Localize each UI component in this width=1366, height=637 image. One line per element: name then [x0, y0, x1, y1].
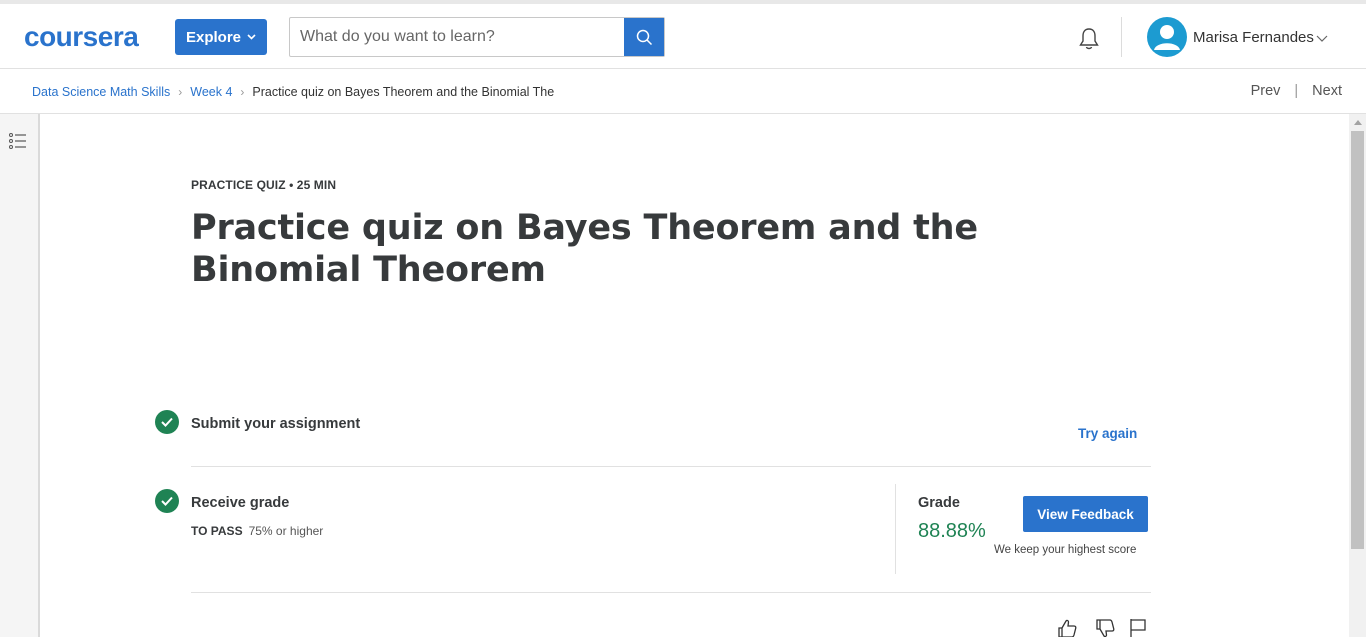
- step-divider: [191, 466, 1151, 467]
- grade-divider: [895, 484, 896, 574]
- list-icon[interactable]: [8, 132, 28, 150]
- grade-value: 88.88%: [918, 520, 986, 542]
- highest-score-note: We keep your highest score: [994, 544, 1137, 556]
- search-icon: [636, 29, 652, 45]
- user-name[interactable]: Marisa Fernandes: [1193, 29, 1314, 46]
- search-input[interactable]: [290, 18, 624, 56]
- next-link[interactable]: Next: [1312, 83, 1342, 99]
- explore-button[interactable]: Explore: [175, 19, 267, 55]
- submit-step-title: Submit your assignment: [191, 416, 361, 432]
- search-button[interactable]: [624, 18, 664, 56]
- top-header: coursera Explore Marisa Fernandes: [0, 0, 1366, 69]
- to-pass-label: TO PASS: [191, 524, 243, 538]
- bell-icon[interactable]: [1076, 26, 1102, 52]
- thumbs-up-icon[interactable]: [1056, 618, 1078, 637]
- thumbs-down-icon[interactable]: [1094, 618, 1116, 637]
- chevron-right-icon: ›: [178, 85, 183, 99]
- breadcrumb-course[interactable]: Data Science Math Skills: [32, 85, 170, 99]
- flag-icon[interactable]: [1128, 618, 1150, 637]
- grade-label: Grade: [918, 495, 960, 511]
- prev-link[interactable]: Prev: [1251, 83, 1281, 99]
- prev-next-nav: Prev | Next: [1251, 83, 1342, 99]
- section-divider: [191, 592, 1151, 593]
- page-title: Practice quiz on Bayes Theorem and the B…: [191, 208, 978, 290]
- chevron-down-icon: [247, 34, 256, 40]
- chevron-right-icon: ›: [240, 85, 245, 99]
- check-icon: [155, 489, 179, 513]
- breadcrumb: Data Science Math Skills › Week 4 › Prac…: [32, 84, 554, 100]
- to-pass-value: 75% or higher: [248, 524, 324, 538]
- quiz-meta: PRACTICE QUIZ • 25 MIN: [191, 178, 337, 192]
- explore-label: Explore: [185, 28, 242, 46]
- grade-step-title: Receive grade: [191, 495, 290, 511]
- to-pass-requirement: TO PASS 75% or higher: [191, 524, 323, 538]
- view-feedback-button[interactable]: View Feedback: [1023, 496, 1148, 532]
- breadcrumb-week[interactable]: Week 4: [190, 85, 232, 99]
- user-avatar-icon[interactable]: [1147, 17, 1187, 57]
- header-divider: [1121, 17, 1122, 57]
- scroll-up-arrow-icon[interactable]: [1349, 114, 1366, 131]
- scroll-thumb[interactable]: [1351, 131, 1364, 549]
- try-again-link[interactable]: Try again: [1078, 426, 1137, 441]
- side-rail: [0, 114, 40, 637]
- breadcrumb-current: Practice quiz on Bayes Theorem and the B…: [252, 85, 555, 99]
- nav-separator: |: [1294, 83, 1299, 99]
- breadcrumb-divider: [0, 113, 1366, 114]
- search-box: [289, 17, 665, 57]
- coursera-logo[interactable]: coursera: [24, 21, 139, 53]
- scrollbar[interactable]: [1349, 114, 1366, 637]
- chevron-down-icon[interactable]: [1316, 35, 1328, 42]
- check-icon: [155, 410, 179, 434]
